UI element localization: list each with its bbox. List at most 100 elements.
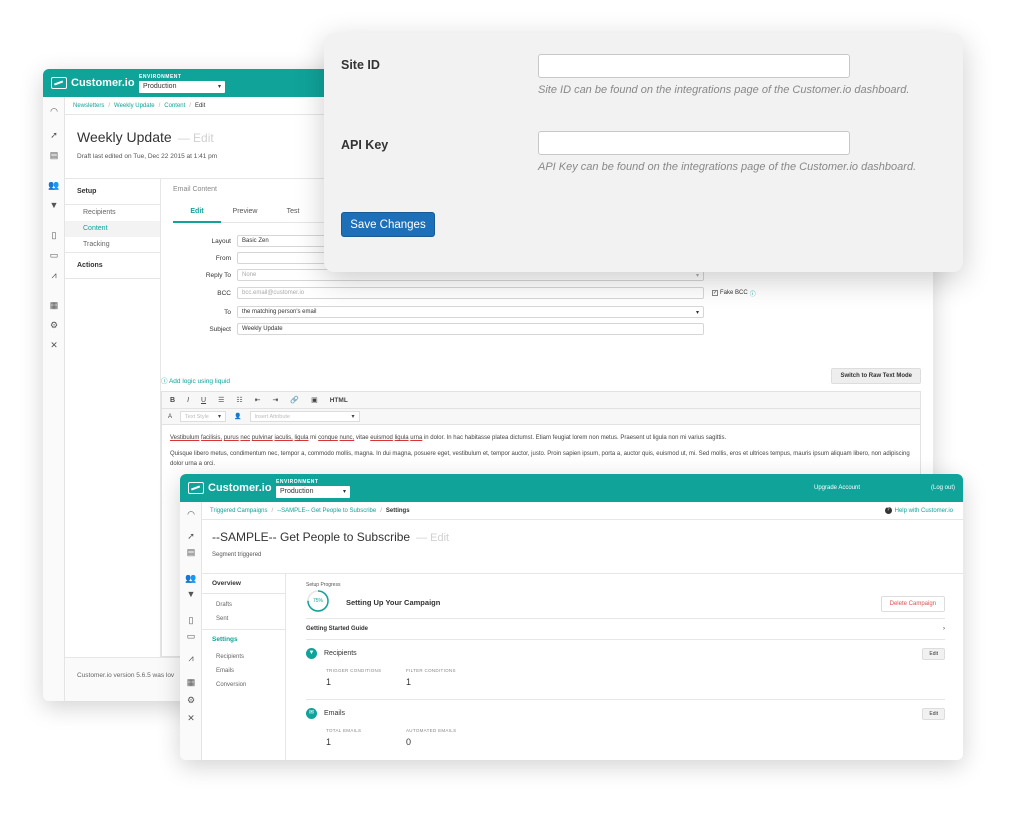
breadcrumb-triggered-campaigns[interactable]: Triggered Campaigns <box>210 508 267 514</box>
site-id-input[interactable] <box>538 54 850 78</box>
bold-button[interactable]: B <box>170 397 175 404</box>
getting-started-label: Getting Started Guide <box>306 626 369 632</box>
title-edit-link[interactable]: — Edit <box>416 532 449 544</box>
nav-overview[interactable]: Overview <box>202 574 285 594</box>
nav-settings[interactable]: Settings <box>202 630 285 650</box>
insert-attribute-select[interactable]: Insert Attribute ▾ <box>249 411 360 422</box>
brand-logo[interactable]: Customer.io <box>180 482 276 494</box>
stage: Customer.io ENVIRONMENT Production ▾ ◠ ➚… <box>0 0 1024 831</box>
numbered-list-icon[interactable]: ☷ <box>236 396 242 404</box>
title-edit-link[interactable]: — Edit <box>178 131 214 145</box>
templates-icon[interactable]: ▯ <box>48 229 60 241</box>
to-value: the matching person's email <box>242 309 317 315</box>
indent-icon[interactable]: ⇥ <box>273 396 279 404</box>
nav-item-recipients[interactable]: Recipients <box>65 205 160 221</box>
environment-select[interactable]: Production ▾ <box>276 485 350 498</box>
text-color-icon[interactable]: A <box>168 414 172 420</box>
caret-down-icon: ▾ <box>217 84 221 90</box>
layout-select[interactable]: Basic Zen <box>237 235 327 247</box>
segments-icon[interactable]: ▼ <box>185 588 197 600</box>
to-select[interactable]: the matching person's email ▾ <box>237 306 704 318</box>
fake-bcc-checkbox[interactable]: ✓ <box>712 290 718 296</box>
layout-row: Layout Basic Zen <box>161 234 327 248</box>
emails-icon[interactable]: ▭ <box>185 630 197 642</box>
info-icon[interactable]: ⓘ <box>750 289 756 298</box>
recipients-section: ▼ Recipients Edit TRIGGER CONDITIONS 1 F… <box>306 640 945 700</box>
emails-title: Emails <box>324 710 346 717</box>
dashboard-icon[interactable]: ◠ <box>185 508 197 520</box>
tab-preview[interactable]: Preview <box>221 201 269 223</box>
italic-button[interactable]: I <box>187 397 189 404</box>
delete-campaign-button[interactable]: Delete Campaign <box>880 596 945 612</box>
environment-select[interactable]: Production ▾ <box>139 80 225 93</box>
reply-to-label: Reply To <box>205 271 231 279</box>
image-icon[interactable]: ▣ <box>311 396 318 404</box>
campaigns-icon[interactable]: ➚ <box>48 129 60 141</box>
reports-icon[interactable]: ▦ <box>48 299 60 311</box>
link-icon[interactable]: 🔗 <box>290 396 299 404</box>
analytics-icon[interactable]: ⩘ <box>185 652 197 664</box>
caret-down-icon: ▾ <box>342 489 346 495</box>
campaigns-icon[interactable]: ➚ <box>185 530 197 542</box>
nav-item-content[interactable]: Content <box>65 221 160 237</box>
dashboard-icon[interactable]: ◠ <box>48 105 60 117</box>
outdent-icon[interactable]: ⇤ <box>255 396 261 404</box>
nav-item-drafts[interactable]: Drafts <box>202 598 285 612</box>
from-label: From <box>215 254 231 262</box>
text-style-select[interactable]: Text Style ▾ <box>180 411 227 422</box>
underlined-word: urna <box>410 435 423 441</box>
nav-item-conversion[interactable]: Conversion <box>202 678 285 692</box>
nav-actions-heading[interactable]: Actions <box>65 253 160 279</box>
save-changes-button[interactable]: Save Changes <box>341 212 435 237</box>
underlined-word: nunc, <box>339 435 355 441</box>
breadcrumb-content[interactable]: Content <box>164 103 185 109</box>
breadcrumb-weekly-update[interactable]: Weekly Update <box>114 103 155 109</box>
tools-icon[interactable]: ✕ <box>48 339 60 351</box>
newsletters-icon[interactable]: ▤ <box>48 149 60 161</box>
breadcrumb-newsletters[interactable]: Newsletters <box>73 103 104 109</box>
segments-icon[interactable]: ▼ <box>48 199 60 211</box>
bcc-input[interactable]: bcc.email@customer.io <box>237 287 704 299</box>
edit-emails-button[interactable]: Edit <box>922 708 945 720</box>
upgrade-account-link[interactable]: Upgrade Account <box>814 485 860 491</box>
templates-icon[interactable]: ▯ <box>185 614 197 626</box>
from-input[interactable] <box>237 252 327 264</box>
bullet-list-icon[interactable]: ☰ <box>218 396 224 404</box>
html-button[interactable]: HTML <box>330 397 348 404</box>
nav-item-emails[interactable]: Emails <box>202 664 285 678</box>
subject-input[interactable]: Weekly Update <box>237 323 704 335</box>
newsletters-icon[interactable]: ▤ <box>185 546 197 558</box>
getting-started-guide[interactable]: Getting Started Guide › <box>306 618 945 640</box>
caret-down-icon: ▾ <box>218 414 222 420</box>
edit-recipients-button[interactable]: Edit <box>922 648 945 660</box>
api-key-input[interactable] <box>538 131 850 155</box>
raw-text-mode-button[interactable]: Switch to Raw Text Mode <box>831 368 921 384</box>
caret-down-icon: ▾ <box>695 272 699 279</box>
settings-icon[interactable]: ⚙ <box>48 319 60 331</box>
environment-label: ENVIRONMENT <box>276 478 319 485</box>
settings-icon[interactable]: ⚙ <box>185 694 197 706</box>
nav-item-recipients[interactable]: Recipients <box>202 650 285 664</box>
analytics-icon[interactable]: ⩘ <box>48 269 60 281</box>
breadcrumb-campaign[interactable]: --SAMPLE-- Get People to Subscribe <box>277 508 376 514</box>
people-icon[interactable]: 👥 <box>48 179 60 191</box>
fake-bcc-toggle[interactable]: ✓ Fake BCC ⓘ <box>712 289 756 298</box>
help-link[interactable]: ? Help with Customer.io <box>884 507 953 514</box>
emails-icon[interactable]: ▭ <box>48 249 60 261</box>
tab-edit[interactable]: Edit <box>173 201 221 223</box>
stat-value: 1 <box>326 737 332 747</box>
breadcrumb-separator: / <box>271 507 274 514</box>
logout-link[interactable]: (Log out) <box>931 485 955 491</box>
brand-logo[interactable]: Customer.io <box>43 77 139 89</box>
reports-icon[interactable]: ▦ <box>185 676 197 688</box>
underline-button[interactable]: U <box>201 397 206 404</box>
nav-item-tracking[interactable]: Tracking <box>65 237 160 253</box>
add-logic-link[interactable]: ⓘ Add logic using liquid <box>161 375 230 385</box>
breadcrumb-settings: Settings <box>385 507 410 514</box>
help-link-text: Help with Customer.io <box>894 507 953 514</box>
tools-icon[interactable]: ✕ <box>185 712 197 724</box>
underlined-word: nec <box>240 435 251 441</box>
people-icon[interactable]: 👥 <box>185 572 197 584</box>
tab-test[interactable]: Test <box>269 201 317 223</box>
nav-item-sent[interactable]: Sent <box>202 612 285 630</box>
